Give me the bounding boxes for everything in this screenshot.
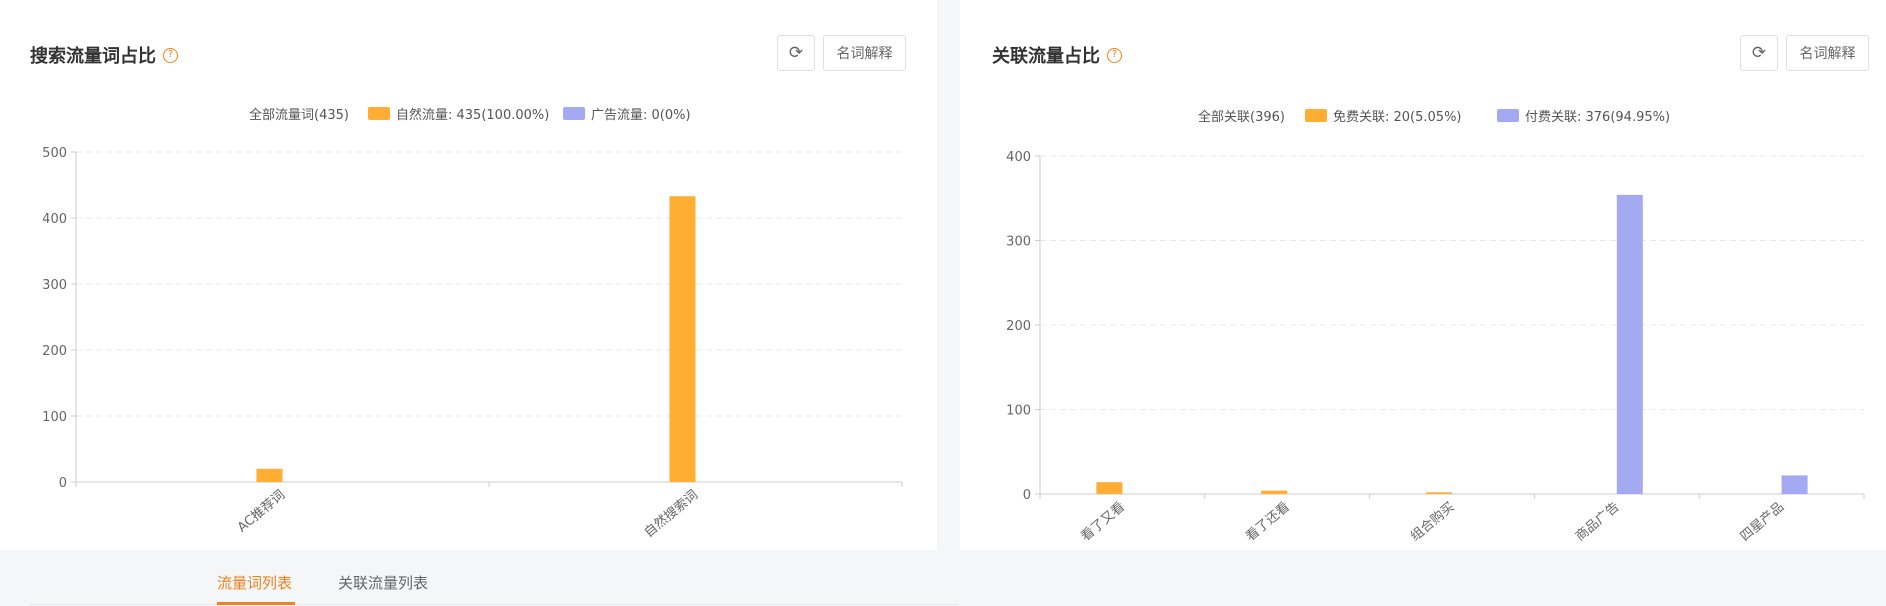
search-traffic-chart: 0 100 200 300 400 500 AC推荐词 自然搜索词 bbox=[42, 146, 903, 541]
bar-2-0 bbox=[1426, 492, 1452, 494]
tab-related-traffic[interactable]: 关联流量列表 bbox=[338, 572, 428, 593]
x-tick-label: 商品广告 bbox=[1573, 500, 1622, 545]
bar-1-0 bbox=[1261, 490, 1288, 494]
bar-0-0 bbox=[256, 468, 283, 482]
y-tick-label: 100 bbox=[1006, 404, 1031, 419]
bar-1-0 bbox=[669, 196, 696, 482]
y-tick-label: 500 bbox=[42, 146, 67, 161]
y-tick-label: 0 bbox=[59, 476, 67, 491]
y-tick-label: 100 bbox=[42, 410, 67, 425]
y-tick-label: 200 bbox=[1006, 319, 1031, 334]
x-tick-label: 四星产品 bbox=[1738, 500, 1787, 545]
tab-traffic-words[interactable]: 流量词列表 bbox=[217, 572, 292, 593]
y-tick-label: 400 bbox=[42, 212, 67, 227]
x-tick-label: 自然搜索词 bbox=[641, 487, 701, 541]
y-tick-label: 400 bbox=[1006, 150, 1031, 165]
bar-4-1 bbox=[1781, 475, 1808, 494]
y-tick-label: 300 bbox=[1006, 235, 1031, 250]
active-tab-indicator bbox=[217, 602, 295, 605]
y-tick-label: 200 bbox=[42, 344, 67, 359]
x-tick-label: 看了还看 bbox=[1243, 499, 1293, 545]
tabs-divider bbox=[30, 604, 958, 605]
tab-bar: 流量词列表 关联流量列表 bbox=[0, 550, 1886, 606]
x-tick-label: 看了又看 bbox=[1078, 499, 1128, 545]
y-tick-label: 300 bbox=[42, 278, 67, 293]
y-tick-label: 0 bbox=[1023, 488, 1031, 503]
related-traffic-panel: 关联流量占比 ? ⟳ 名词解释 全部关联(396) 免费关联: 20(5.05%… bbox=[960, 0, 1886, 550]
x-tick-label: AC推荐词 bbox=[235, 488, 288, 536]
related-traffic-chart: 0 100 200 300 400 看了又看 看了还看 组合购买 商品广告 四星产品 bbox=[1006, 150, 1865, 545]
x-tick-label: 组合购买 bbox=[1407, 499, 1457, 545]
bar-3-1 bbox=[1616, 194, 1643, 494]
bar-0-0 bbox=[1096, 482, 1123, 494]
search-traffic-panel: 搜索流量词占比 ? ⟳ 名词解释 全部流量词(435) 自然流量: 435(10… bbox=[0, 0, 937, 550]
